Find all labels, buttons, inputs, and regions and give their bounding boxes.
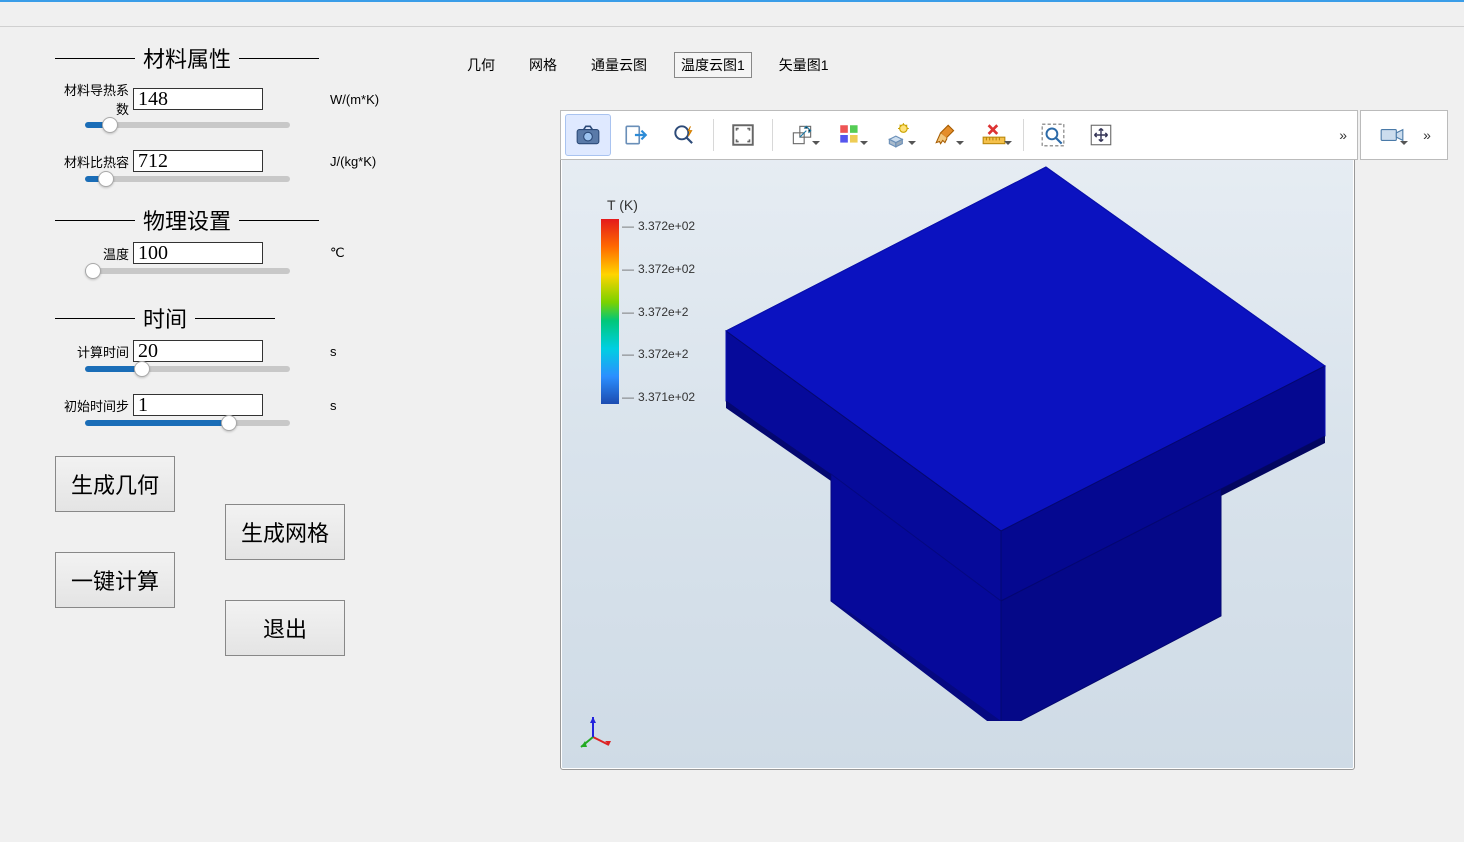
divider [239,220,319,221]
zoom-box-button[interactable] [1030,114,1076,156]
component-colors-button[interactable] [827,114,873,156]
snapshot-button[interactable] [565,114,611,156]
measure-button[interactable] [971,114,1017,156]
slider-thumb[interactable] [98,171,114,187]
viewport-toolbar: » [560,110,1358,160]
slider-temperature[interactable] [85,268,290,274]
unit-calc-time: s [330,344,337,359]
label-initial-timestep: 初始时间步 [55,396,133,415]
exit-button[interactable]: 退出 [225,600,345,656]
slider-initial-timestep[interactable] [85,420,290,426]
section-physics: 物理设置 温度 ℃ [55,204,405,274]
input-thermal-conductivity[interactable] [133,88,263,110]
section-title-physics: 物理设置 [143,204,231,236]
scale-icon [789,122,815,148]
legend-title: T (K) [607,197,695,213]
camera-icon [575,122,601,148]
label-thermal-conductivity: 材料导热系数 [55,80,133,118]
generate-geometry-button[interactable]: 生成几何 [55,456,175,512]
input-specific-heat[interactable] [133,150,263,172]
colorbar [601,219,619,404]
divider [195,318,275,319]
lighting-button[interactable] [875,114,921,156]
label-calc-time: 计算时间 [55,342,133,361]
zoom-reset-button[interactable] [661,114,707,156]
move-icon [1088,122,1114,148]
toolbar-separator [772,119,773,151]
unit-initial-timestep: s [330,398,337,413]
label-specific-heat: 材料比热容 [55,152,133,171]
input-temperature[interactable] [133,242,263,264]
unit-temperature: ℃ [330,245,345,261]
compute-button[interactable]: 一键计算 [55,552,175,608]
fit-view-button[interactable] [720,114,766,156]
model-render [681,161,1341,721]
slider-thumb[interactable] [85,263,101,279]
section-time: 时间 计算时间 s 初始时间步 s [55,302,405,426]
section-title-material: 材料属性 [143,42,231,74]
scale-button[interactable] [779,114,825,156]
slider-thumb[interactable] [134,361,150,377]
delete-ruler-icon [981,122,1007,148]
tab-vector-1[interactable]: 矢量图1 [772,52,836,78]
pan-button[interactable] [1078,114,1124,156]
tab-mesh[interactable]: 网格 [522,52,564,78]
slider-thermal-conductivity[interactable] [85,122,290,128]
fit-icon [730,122,756,148]
divider [55,318,135,319]
camera-toolbar-overflow[interactable]: » [1417,127,1437,143]
legend-tick: 3.372e+02 [622,262,695,276]
tab-geometry[interactable]: 几何 [460,52,502,78]
3d-viewport[interactable]: T (K) 3.372e+02 3.372e+02 3.372e+2 3.372… [560,110,1355,770]
color-legend: T (K) 3.372e+02 3.372e+02 3.372e+2 3.372… [601,197,695,404]
camera-view-button[interactable] [1371,114,1413,156]
action-buttons: 生成几何 生成网格 一键计算 退出 [55,456,405,676]
divider [55,220,135,221]
tab-flux-contour[interactable]: 通量云图 [584,52,654,78]
slider-calc-time[interactable] [85,366,290,372]
export-button[interactable] [613,114,659,156]
toolbar-separator [1023,119,1024,151]
zoom-box-icon [1040,122,1066,148]
export-icon [623,122,649,148]
divider-line [0,26,1464,27]
toolbar-overflow[interactable]: » [1333,127,1353,143]
tab-temperature-contour-1[interactable]: 温度云图1 [674,52,752,78]
zoom-flash-icon [671,122,697,148]
left-panel: 材料属性 材料导热系数 W/(m*K) 材料比热容 J/(kg*K) 物理设置 … [55,42,405,676]
cleanup-button[interactable] [923,114,969,156]
divider [55,58,135,59]
section-material: 材料属性 材料导热系数 W/(m*K) 材料比热容 J/(kg*K) [55,42,405,182]
legend-tick: 3.371e+02 [622,390,695,404]
label-temperature: 温度 [55,244,133,263]
viewport-tabs: 几何 网格 通量云图 温度云图1 矢量图1 [460,52,836,78]
video-camera-icon [1379,122,1405,148]
input-initial-timestep[interactable] [133,394,263,416]
camera-toolbar: » [1360,110,1448,160]
divider [239,58,319,59]
lightbulb-cube-icon [885,122,911,148]
generate-mesh-button[interactable]: 生成网格 [225,504,345,560]
slider-specific-heat[interactable] [85,176,290,182]
slider-thumb[interactable] [221,415,237,431]
toolbar-separator [713,119,714,151]
legend-tick: 3.372e+2 [622,347,695,361]
slider-thumb[interactable] [102,117,118,133]
unit-thermal-conductivity: W/(m*K) [330,92,379,107]
legend-tick: 3.372e+02 [622,219,695,233]
section-title-time: 时间 [143,302,187,334]
legend-tick: 3.372e+2 [622,305,695,319]
unit-specific-heat: J/(kg*K) [330,154,376,169]
squares-icon [837,122,863,148]
broom-icon [933,122,959,148]
input-calc-time[interactable] [133,340,263,362]
axis-triad [579,711,619,751]
